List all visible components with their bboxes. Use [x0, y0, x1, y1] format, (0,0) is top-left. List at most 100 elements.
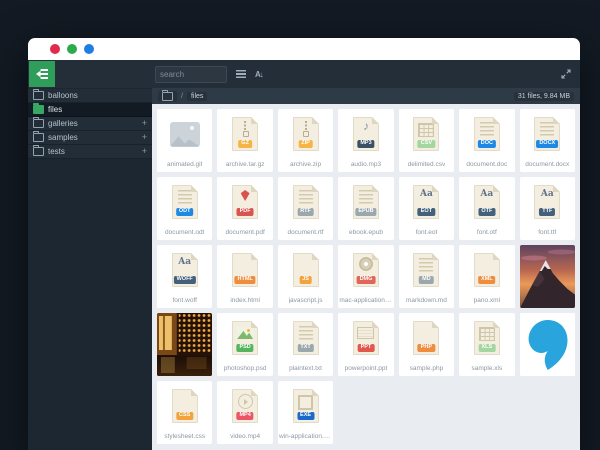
file-icon-area: AaWOFF: [157, 245, 212, 295]
file-tile[interactable]: animated.gif: [157, 109, 212, 172]
file-tile[interactable]: HTMLindex.html: [217, 245, 272, 308]
file-tile[interactable]: AaTTFfont.ttf: [520, 177, 575, 240]
fullscreen-button[interactable]: [561, 69, 571, 79]
filetype-badge: WOFF: [174, 276, 196, 285]
expand-plus-icon[interactable]: +: [142, 133, 147, 142]
lines-glyph: [359, 190, 373, 205]
file-tile[interactable]: PHPsample.php: [399, 313, 454, 376]
file-icon-area: ♪MP3: [338, 109, 393, 159]
document-icon: MD: [413, 253, 439, 287]
file-name: font.woff: [172, 295, 196, 308]
file-icon-area: PPT: [338, 313, 393, 363]
file-tile[interactable]: DOCdocument.doc: [459, 109, 514, 172]
document-icon: AaTTF: [534, 185, 560, 219]
document-icon: GZ: [232, 117, 258, 151]
sidebar-item-files[interactable]: files: [28, 103, 152, 117]
sidebar-item-label: galleries: [48, 119, 78, 128]
document-icon: XML: [474, 253, 500, 287]
file-tile[interactable]: DOCXdocument.docx: [520, 109, 575, 172]
file-name: font.eot: [416, 227, 438, 240]
zipper-glyph: [302, 121, 310, 138]
window-minimize-button[interactable]: [67, 44, 77, 54]
file-tile[interactable]: ZIParchive.zip: [278, 109, 333, 172]
photo-thumbnail: [520, 245, 575, 308]
file-icon-area: RTF: [278, 177, 333, 227]
search-input[interactable]: [155, 66, 227, 83]
file-tile[interactable]: ODTdocument.odt: [157, 177, 212, 240]
mountain-photo: [520, 245, 575, 308]
window-maximize-button[interactable]: [84, 44, 94, 54]
file-icon-area: CSV: [399, 109, 454, 159]
file-tile[interactable]: CSVdelimited.csv: [399, 109, 454, 172]
file-icon-area: MD: [399, 245, 454, 295]
file-tile[interactable]: CSSstylesheet.css: [157, 381, 212, 444]
file-tile[interactable]: ♪MP3audio.mp3: [338, 109, 393, 172]
root-folder-chip[interactable]: [158, 91, 177, 102]
sidebar-item-label: samples: [48, 133, 78, 142]
window-glyph: [298, 395, 313, 410]
sidebar-item-tests[interactable]: tests+: [28, 145, 152, 159]
file-tile[interactable]: AaWOFFfont.woff: [157, 245, 212, 308]
file-tile[interactable]: PSDphotoshop.psd: [217, 313, 272, 376]
file-name: plaintext.txt: [289, 363, 322, 376]
file-tile[interactable]: PPTpowerpoint.ppt: [338, 313, 393, 376]
file-tile[interactable]: EXEwin-application.exe: [278, 381, 333, 444]
document-icon: PDF: [232, 185, 258, 219]
file-tile[interactable]: EPUBebook.epub: [338, 177, 393, 240]
file-tile[interactable]: TXTplaintext.txt: [278, 313, 333, 376]
filetype-badge: XLS: [478, 344, 495, 353]
app-main: balloonsfilesgalleries+samples+tests+ / …: [28, 88, 580, 450]
app-logo-button[interactable]: [29, 61, 55, 87]
filetype-badge: MD: [419, 276, 434, 285]
blue-logo-image: [520, 313, 575, 376]
file-tile-photo-mountain[interactable]: [520, 245, 575, 308]
folder-icon: [162, 92, 173, 101]
breadcrumb-current-folder[interactable]: files: [187, 92, 207, 101]
filetype-badge: CSS: [176, 412, 193, 421]
file-tile[interactable]: JSjavascript.js: [278, 245, 333, 308]
file-tile-photo-interior[interactable]: [157, 313, 212, 376]
file-name: sample.php: [410, 363, 444, 376]
file-icon-area: PDF: [217, 177, 272, 227]
file-tile[interactable]: XLSsample.xls: [459, 313, 514, 376]
image-glyph: [237, 327, 253, 339]
window-close-button[interactable]: [50, 44, 60, 54]
file-tile[interactable]: AaOTFfont.otf: [459, 177, 514, 240]
easel-glyph: [357, 327, 374, 339]
document-icon: ZIP: [293, 117, 319, 151]
expand-plus-icon[interactable]: +: [142, 147, 147, 156]
document-icon: PSD: [232, 321, 258, 355]
file-tile[interactable]: MDmarkdown.md: [399, 245, 454, 308]
file-icon-area: AaTTF: [520, 177, 575, 227]
view-toggle-button[interactable]: [236, 70, 246, 78]
file-name: animated.gif: [167, 159, 202, 172]
lines-glyph: [299, 326, 313, 341]
file-tile[interactable]: DMGmac-application.d…: [338, 245, 393, 308]
document-icon: HTML: [232, 253, 258, 287]
file-name: delimited.csv: [408, 159, 446, 172]
filetype-badge: JS: [299, 276, 312, 285]
file-tile[interactable]: XMLpano.xml: [459, 245, 514, 308]
sort-alpha-button[interactable]: A↓: [255, 70, 263, 79]
document-icon: AaEOT: [413, 185, 439, 219]
file-tile[interactable]: AaEOT font.eot: [399, 177, 454, 240]
window-titlebar: [28, 38, 580, 60]
file-tile-photo-logo[interactable]: [520, 313, 575, 376]
sidebar-item-balloons[interactable]: balloons: [28, 89, 152, 103]
file-icon-area: PSD: [217, 313, 272, 363]
file-icon-area: [157, 109, 212, 159]
filetype-badge: MP3: [357, 140, 374, 149]
filetype-badge: ZIP: [298, 140, 313, 149]
file-icon-area: EPUB: [338, 177, 393, 227]
file-tile[interactable]: PDFdocument.pdf: [217, 177, 272, 240]
file-name: video.mp4: [230, 431, 260, 444]
filetype-badge: EPUB: [355, 208, 376, 217]
file-icon-area: PHP: [399, 313, 454, 363]
expand-plus-icon[interactable]: +: [142, 119, 147, 128]
folder-icon: [33, 147, 44, 156]
file-tile[interactable]: RTFdocument.rtf: [278, 177, 333, 240]
sidebar-item-galleries[interactable]: galleries +: [28, 117, 152, 131]
file-tile[interactable]: MP4video.mp4: [217, 381, 272, 444]
file-tile[interactable]: GZarchive.tar.gz: [217, 109, 272, 172]
sidebar-item-samples[interactable]: samples +: [28, 131, 152, 145]
